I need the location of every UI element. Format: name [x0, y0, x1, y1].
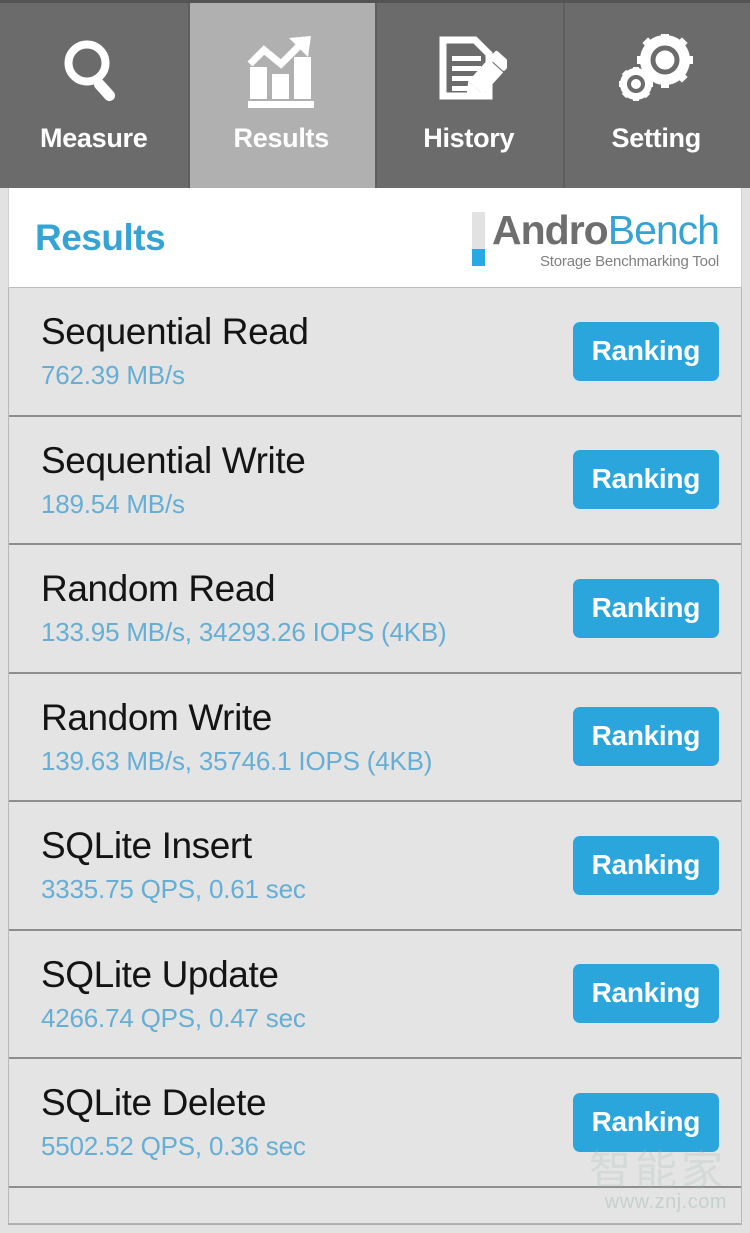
nav-tab-label: Measure [40, 123, 148, 153]
table-row: Sequential Write 189.54 MB/s Ranking [9, 416, 741, 545]
table-row: SQLite Insert 3335.75 QPS, 0.61 sec Rank… [9, 802, 741, 931]
ranking-button[interactable]: Ranking [572, 450, 719, 510]
nav-tab-setting[interactable]: Setting [562, 3, 750, 188]
ranking-button[interactable]: Ranking [572, 707, 719, 767]
logo-wordmark: AndroBench [492, 207, 720, 253]
logo-bar-icon [472, 212, 486, 266]
result-name: SQLite Delete [41, 1082, 267, 1124]
result-name: SQLite Update [41, 953, 279, 995]
gears-icon [616, 25, 696, 117]
logo-tagline: Storage Benchmarking Tool [540, 253, 719, 270]
table-row: Random Write 139.63 MB/s, 35746.1 IOPS (… [9, 673, 741, 802]
result-name: SQLite Insert [41, 825, 252, 867]
nav-tab-measure[interactable]: Measure [0, 3, 188, 188]
result-name: Sequential Read [41, 311, 309, 353]
nav-tab-history[interactable]: History [375, 3, 563, 188]
androbench-logo: AndroBench Storage Benchmarking Tool [472, 207, 720, 270]
result-value: 133.95 MB/s, 34293.26 IOPS (4KB) [41, 617, 447, 648]
result-value: 762.39 MB/s [41, 360, 185, 391]
ranking-button[interactable]: Ranking [572, 321, 719, 381]
result-value: 5502.52 QPS, 0.36 sec [41, 1131, 306, 1162]
nav-tab-label: Results [233, 123, 330, 153]
result-name: Random Read [41, 568, 276, 610]
table-row: Sequential Read 762.39 MB/s Ranking [9, 288, 741, 417]
logo-primary-text: Andro [492, 207, 609, 253]
logo-secondary-text: Bench [607, 207, 720, 253]
result-name: Sequential Write [41, 439, 306, 481]
result-value: 139.63 MB/s, 35746.1 IOPS (4KB) [41, 745, 433, 776]
nav-tab-label: History [423, 123, 515, 153]
nav-tab-results[interactable]: Results [187, 3, 375, 188]
table-row: SQLite Delete 5502.52 QPS, 0.36 sec Rank… [9, 1059, 741, 1188]
top-navigation-bar: Measure Results History Setting [0, 0, 750, 188]
page-header: Results AndroBench Storage Benchmarking … [8, 188, 742, 288]
results-list: Sequential Read 762.39 MB/s Ranking Sequ… [8, 288, 742, 1225]
androbench-app: Measure Results History Setting Results … [0, 0, 750, 1233]
watermark-url: www.znj.com [604, 1191, 727, 1213]
ranking-button[interactable]: Ranking [572, 964, 719, 1024]
ranking-button[interactable]: Ranking [572, 1092, 719, 1152]
nav-tab-label: Setting [611, 123, 702, 153]
result-value: 3335.75 QPS, 0.61 sec [41, 874, 306, 905]
ranking-button[interactable]: Ranking [572, 578, 719, 638]
table-row: SQLite Update 4266.74 QPS, 0.47 sec Rank… [9, 930, 741, 1059]
magnifier-icon [57, 25, 131, 117]
result-value: 4266.74 QPS, 0.47 sec [41, 1002, 306, 1033]
ranking-button[interactable]: Ranking [572, 835, 719, 895]
result-value: 189.54 MB/s [41, 488, 185, 519]
bar-chart-arrow-icon [242, 25, 320, 117]
table-row: Random Read 133.95 MB/s, 34293.26 IOPS (… [9, 545, 741, 674]
page-title: Results [35, 216, 166, 258]
result-name: Random Write [41, 696, 272, 738]
document-pencil-icon [431, 25, 507, 117]
